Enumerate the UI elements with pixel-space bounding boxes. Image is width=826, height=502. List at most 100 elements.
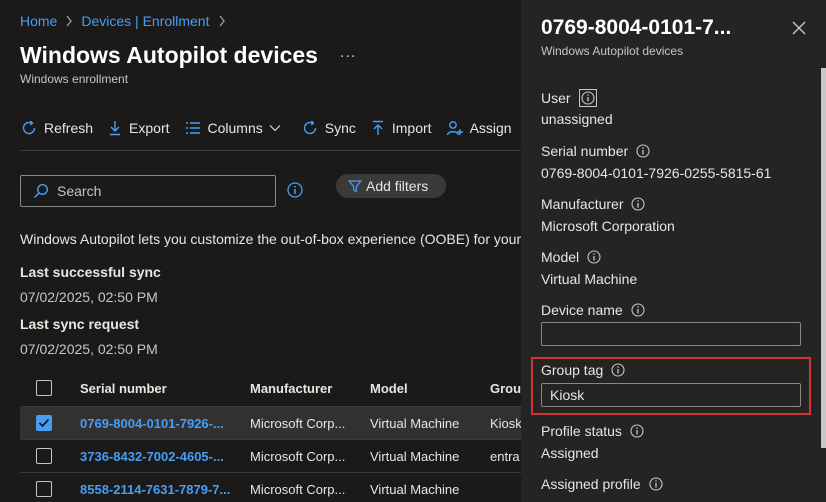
assign-button[interactable]: Assign xyxy=(446,119,512,137)
table-row[interactable]: 8558-2114-7631-7879-7... Microsoft Corp.… xyxy=(20,473,521,502)
manufacturer-value: Microsoft Corporation xyxy=(541,218,675,234)
row-checkbox[interactable] xyxy=(36,473,52,502)
download-icon xyxy=(107,119,129,137)
table-row[interactable]: 3736-8432-7002-4605-... Microsoft Corp..… xyxy=(20,440,521,473)
sync-icon xyxy=(301,119,325,137)
checkmark-icon xyxy=(36,415,52,431)
info-icon[interactable] xyxy=(631,197,646,211)
columns-icon xyxy=(184,120,208,136)
panel-subtitle: Windows Autopilot devices xyxy=(541,44,684,58)
group-cell: Kiosk xyxy=(490,415,521,431)
serial-number-label-text: Serial number xyxy=(541,143,629,159)
manufacturer-cell: Microsoft Corp... xyxy=(250,415,346,431)
filter-icon xyxy=(348,179,366,193)
column-header-model[interactable]: Model xyxy=(370,370,485,406)
column-header-manufacturer[interactable]: Manufacturer xyxy=(250,370,365,406)
manufacturer-cell: Microsoft Corp... xyxy=(250,448,346,464)
breadcrumb-devices-enrollment[interactable]: Devices | Enrollment xyxy=(81,13,209,29)
serial-number-value: 0769-8004-0101-7926-0255-5815-61 xyxy=(541,165,772,181)
model-cell: Virtual Machine xyxy=(370,481,460,497)
group-cell xyxy=(490,473,521,502)
select-all-checkbox[interactable] xyxy=(36,370,52,406)
breadcrumb: Home Devices | Enrollment xyxy=(20,13,234,29)
serial-number-link[interactable]: 0769-8004-0101-7926-... xyxy=(80,407,240,439)
profile-status-value: Assigned xyxy=(541,445,599,461)
last-successful-sync-value: 07/02/2025, 02:50 PM xyxy=(20,289,158,305)
import-button[interactable]: Import xyxy=(370,119,432,137)
export-button[interactable]: Export xyxy=(107,119,170,137)
user-label: User xyxy=(541,89,597,107)
last-sync-request-label: Last sync request xyxy=(20,316,140,332)
search-icon xyxy=(33,183,57,199)
manufacturer-label: Manufacturer xyxy=(541,196,646,212)
add-filters-label: Add filters xyxy=(366,178,429,194)
device-details-panel: 0769-8004-0101-7... Windows Autopilot de… xyxy=(521,0,826,502)
breadcrumb-home[interactable]: Home xyxy=(20,13,57,29)
panel-scrollbar[interactable] xyxy=(821,68,826,448)
info-icon[interactable] xyxy=(287,182,303,198)
last-successful-sync-label: Last successful sync xyxy=(20,264,161,280)
page-title: Windows Autopilot devices xyxy=(20,42,318,68)
column-header-serial[interactable]: Serial number xyxy=(80,370,240,406)
export-label: Export xyxy=(129,120,170,136)
import-label: Import xyxy=(391,120,432,136)
add-filters-button[interactable]: Add filters xyxy=(336,174,446,198)
refresh-button[interactable]: Refresh xyxy=(20,119,93,137)
page-subtitle: Windows enrollment xyxy=(20,72,129,86)
chevron-right-icon xyxy=(218,15,226,27)
group-tag-label: Group tag xyxy=(541,362,625,378)
row-checkbox[interactable] xyxy=(36,407,52,439)
devices-table: Serial number Manufacturer Model Group 0… xyxy=(20,370,521,502)
refresh-icon xyxy=(20,119,44,137)
search-box[interactable] xyxy=(20,175,276,207)
upload-icon xyxy=(370,119,392,137)
table-header: Serial number Manufacturer Model Group xyxy=(20,370,521,407)
close-icon[interactable] xyxy=(791,20,807,36)
table-row[interactable]: 0769-8004-0101-7926-... Microsoft Corp..… xyxy=(20,407,521,440)
assigned-profile-label-text: Assigned profile xyxy=(541,476,641,492)
row-checkbox[interactable] xyxy=(36,440,52,472)
column-header-group[interactable]: Group xyxy=(490,370,521,406)
last-sync-request-value: 07/02/2025, 02:50 PM xyxy=(20,341,158,357)
panel-title: 0769-8004-0101-7... xyxy=(541,16,732,39)
model-label: Model xyxy=(541,249,601,265)
refresh-label: Refresh xyxy=(44,120,94,136)
info-icon[interactable] xyxy=(636,144,650,158)
toolbar-divider xyxy=(20,150,521,151)
columns-label: Columns xyxy=(207,120,263,136)
user-label-text: User xyxy=(541,90,571,106)
assigned-profile-label: Assigned profile xyxy=(541,476,663,492)
group-cell: entra xyxy=(490,448,520,464)
info-icon[interactable] xyxy=(630,424,644,438)
info-icon[interactable] xyxy=(631,303,645,317)
model-cell: Virtual Machine xyxy=(370,415,460,431)
device-name-input[interactable] xyxy=(541,322,801,346)
info-icon[interactable] xyxy=(587,250,601,264)
main-content: Home Devices | Enrollment Windows Autopi… xyxy=(0,0,521,502)
assign-label: Assign xyxy=(469,120,512,136)
manufacturer-cell: Microsoft Corp... xyxy=(250,481,346,497)
serial-number-link[interactable]: 3736-8432-7002-4605-... xyxy=(80,440,240,472)
profile-status-label-text: Profile status xyxy=(541,423,622,439)
add-person-icon xyxy=(446,119,470,137)
device-name-label-text: Device name xyxy=(541,302,623,318)
info-icon[interactable] xyxy=(578,89,597,107)
manufacturer-label-text: Manufacturer xyxy=(541,196,624,212)
info-icon[interactable] xyxy=(611,363,625,377)
user-value: unassigned xyxy=(541,111,613,127)
sync-button[interactable]: Sync xyxy=(301,119,356,137)
serial-number-link[interactable]: 8558-2114-7631-7879-7... xyxy=(80,473,240,502)
chevron-right-icon xyxy=(65,15,73,27)
group-tag-label-text: Group tag xyxy=(541,362,604,378)
serial-number-label: Serial number xyxy=(541,143,650,159)
toolbar: Refresh Export Columns Sync Import Assig… xyxy=(20,116,521,140)
chevron-down-icon xyxy=(269,124,287,132)
search-input[interactable] xyxy=(57,183,257,199)
group-tag-input[interactable] xyxy=(541,383,801,407)
more-icon[interactable]: ... xyxy=(340,44,356,62)
columns-button[interactable]: Columns xyxy=(184,120,287,136)
model-label-text: Model xyxy=(541,249,580,265)
info-icon[interactable] xyxy=(649,477,663,491)
device-name-label: Device name xyxy=(541,302,645,318)
profile-status-label: Profile status xyxy=(541,423,644,439)
